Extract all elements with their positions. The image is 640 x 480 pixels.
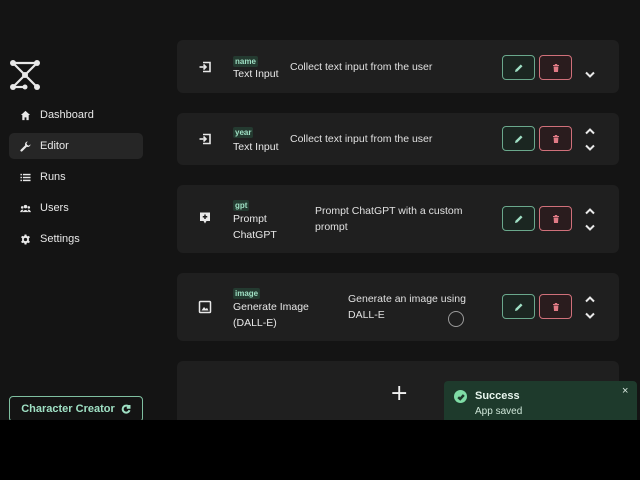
sidebar-item-label: Settings (40, 233, 80, 245)
toast-title: Success (475, 390, 520, 402)
list-icon (19, 171, 31, 183)
chat-plus-icon (198, 211, 212, 225)
users-icon (19, 202, 31, 214)
pencil-icon (514, 64, 522, 72)
move-up-button[interactable] (584, 126, 596, 136)
step-description: Collect text input from the user (290, 61, 433, 73)
wrench-icon (19, 140, 31, 152)
success-toast: Success App saved × (444, 381, 637, 420)
app-window: Dashboard Editor Runs Users Settings nam… (0, 0, 640, 420)
step-title-line1: Generate Image (233, 301, 309, 313)
sidebar-item-users[interactable]: Users (9, 195, 143, 221)
image-icon (198, 300, 212, 314)
cursor-indicator (448, 311, 464, 327)
chevron-up-icon (585, 295, 595, 302)
sidebar-item-label: Runs (40, 171, 66, 183)
delete-step-button[interactable] (539, 294, 572, 319)
edit-step-button[interactable] (502, 294, 535, 319)
step-variable-tag: image (233, 288, 261, 299)
sidebar-item-label: Editor (40, 140, 69, 152)
pencil-icon (514, 215, 522, 223)
chevron-down-icon (585, 312, 595, 319)
trash-icon (552, 302, 559, 311)
close-toast-button[interactable]: × (622, 386, 628, 397)
sidebar-item-dashboard[interactable]: Dashboard (9, 102, 143, 128)
check-circle-icon (454, 390, 467, 403)
home-icon (19, 109, 31, 121)
sidebar-item-label: Dashboard (40, 109, 94, 121)
chevron-down-icon (585, 71, 595, 78)
sidebar-nav: Dashboard Editor Runs Users Settings (9, 102, 143, 257)
chevron-up-icon (585, 207, 595, 214)
step-description-line2: prompt (315, 221, 348, 233)
move-down-button[interactable] (584, 222, 596, 232)
chevron-down-icon (585, 224, 595, 231)
node-graph-logo-icon[interactable] (8, 58, 42, 92)
step-description-line1: Prompt ChatGPT with a custom (315, 205, 463, 217)
input-icon (198, 60, 212, 74)
step-title-line2: ChatGPT (233, 229, 277, 241)
pencil-icon (514, 135, 522, 143)
trash-icon (552, 214, 559, 223)
gear-icon (19, 233, 31, 245)
letterbox-bar (0, 420, 640, 480)
delete-step-button[interactable] (539, 55, 572, 80)
step-title: Text Input (233, 141, 279, 153)
step-description: Collect text input from the user (290, 133, 433, 145)
trash-icon (552, 63, 559, 72)
move-down-button[interactable] (584, 142, 596, 152)
chevron-down-icon (585, 144, 595, 151)
move-down-button[interactable] (584, 310, 596, 320)
step-variable-tag: gpt (233, 200, 250, 211)
move-up-button[interactable] (584, 294, 596, 304)
sidebar-item-label: Users (40, 202, 69, 214)
delete-step-button[interactable] (539, 206, 572, 231)
step-title-line1: Prompt (233, 213, 267, 225)
trash-icon (552, 134, 559, 143)
edit-step-button[interactable] (502, 55, 535, 80)
pencil-icon (514, 303, 522, 311)
sidebar-item-settings[interactable]: Settings (9, 226, 143, 252)
step-title-line2: (DALL-E) (233, 317, 277, 329)
delete-step-button[interactable] (539, 126, 572, 151)
move-down-button[interactable] (584, 69, 596, 79)
app-name: Character Creator (21, 403, 115, 415)
step-card-year: year Text Input Collect text input from … (177, 113, 619, 165)
chevron-up-icon (585, 127, 595, 134)
sidebar-item-editor[interactable]: Editor (9, 133, 143, 159)
app-switcher-button[interactable]: Character Creator (9, 396, 143, 420)
refresh-icon (121, 404, 131, 414)
edit-step-button[interactable] (502, 126, 535, 151)
input-icon (198, 132, 212, 146)
step-card-gpt: gpt Prompt ChatGPT Prompt ChatGPT with a… (177, 185, 619, 253)
step-card-name: name Text Input Collect text input from … (177, 40, 619, 93)
step-description-line1: Generate an image using (348, 293, 466, 305)
step-variable-tag: year (233, 127, 254, 138)
sidebar-item-runs[interactable]: Runs (9, 164, 143, 190)
step-description-line2: DALL-E (348, 309, 385, 321)
edit-step-button[interactable] (502, 206, 535, 231)
move-up-button[interactable] (584, 206, 596, 216)
plus-icon: + (390, 381, 409, 406)
step-card-image: image Generate Image (DALL-E) Generate a… (177, 273, 619, 341)
toast-message: App saved (475, 406, 523, 417)
step-title: Text Input (233, 68, 279, 80)
